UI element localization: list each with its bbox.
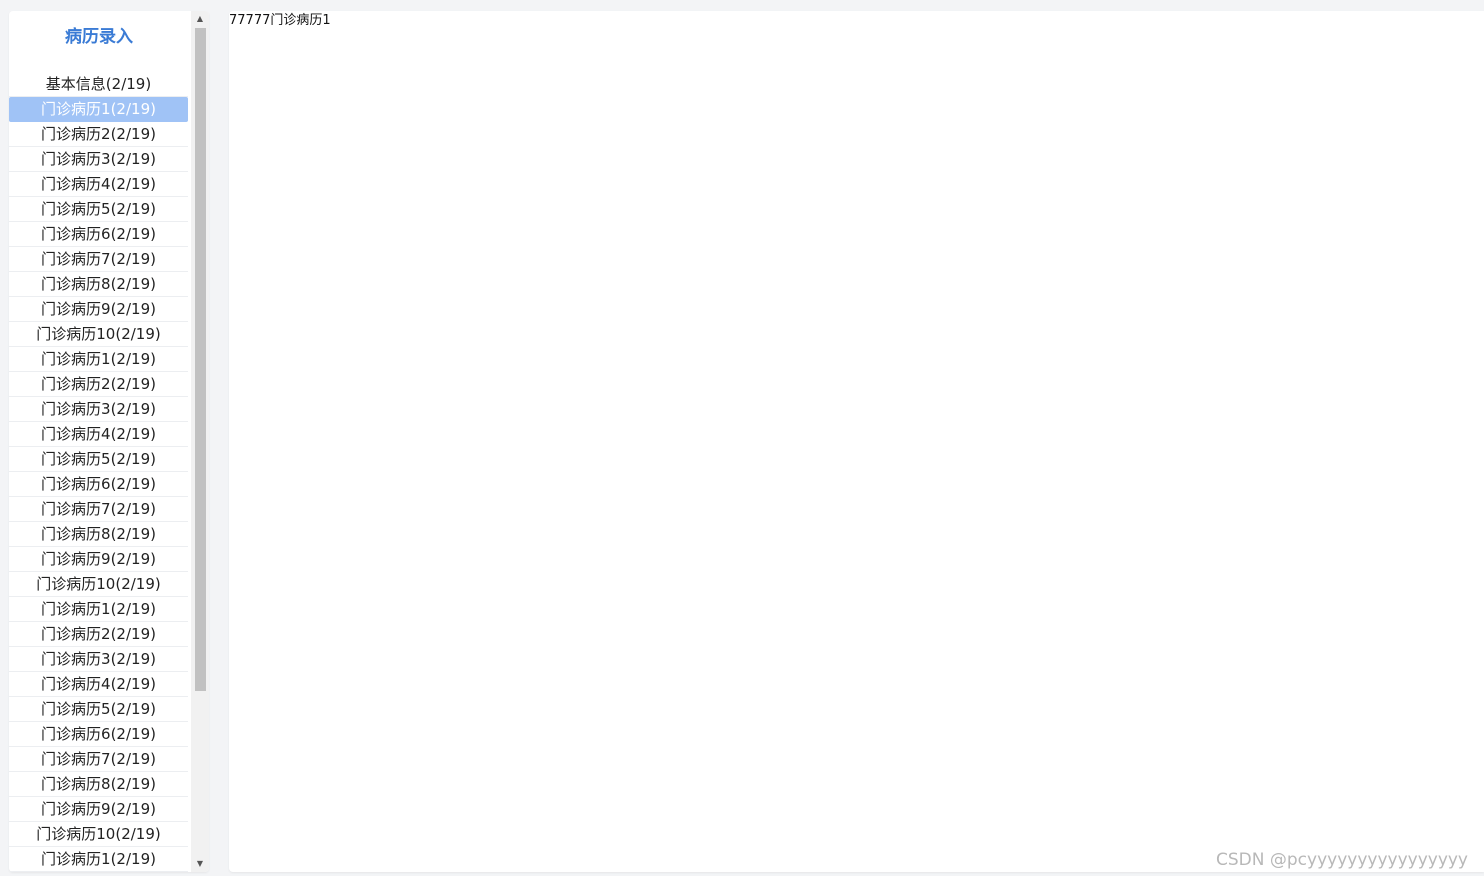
sidebar-item-outpatient-record[interactable]: 门诊病历3(2/19) bbox=[9, 397, 188, 422]
sidebar-item-outpatient-record[interactable]: 门诊病历8(2/19) bbox=[9, 522, 188, 547]
record-content-text: 77777门诊病历1 bbox=[229, 13, 331, 28]
sidebar-item-outpatient-record[interactable]: 门诊病历9(2/19) bbox=[9, 797, 188, 822]
sidebar-item-outpatient-record[interactable]: 门诊病历10(2/19) bbox=[9, 572, 188, 597]
sidebar-item-outpatient-record[interactable]: 门诊病历4(2/19) bbox=[9, 422, 188, 447]
sidebar-item-outpatient-record[interactable]: 门诊病历2(2/19) bbox=[9, 622, 188, 647]
sidebar-item-outpatient-record[interactable]: 门诊病历1(2/19) bbox=[9, 97, 188, 122]
sidebar-item-outpatient-record[interactable]: 门诊病历6(2/19) bbox=[9, 472, 188, 497]
sidebar-item-outpatient-record[interactable]: 门诊病历8(2/19) bbox=[9, 272, 188, 297]
sidebar-item-outpatient-record[interactable]: 门诊病历10(2/19) bbox=[9, 322, 188, 347]
sidebar-item-outpatient-record[interactable]: 门诊病历4(2/19) bbox=[9, 672, 188, 697]
sidebar-item-basic-info[interactable]: 基本信息(2/19) bbox=[9, 72, 188, 97]
sidebar-item-outpatient-record[interactable]: 门诊病历8(2/19) bbox=[9, 772, 188, 797]
scroll-down-arrow-icon[interactable]: ▼ bbox=[191, 856, 209, 872]
sidebar-item-outpatient-record[interactable]: 门诊病历7(2/19) bbox=[9, 747, 188, 772]
sidebar-item-outpatient-record[interactable]: 门诊病历5(2/19) bbox=[9, 197, 188, 222]
record-content-panel: 77777门诊病历1 bbox=[229, 11, 1484, 872]
sidebar-item-outpatient-record[interactable]: 门诊病历1(2/19) bbox=[9, 597, 188, 622]
sidebar-item-outpatient-record[interactable]: 门诊病历9(2/19) bbox=[9, 297, 188, 322]
sidebar-scrollbar[interactable]: ▲ ▼ bbox=[191, 11, 209, 872]
sidebar: 病历录入 基本信息(2/19) 门诊病历1(2/19) 门诊病历2(2/19) 门诊病… bbox=[9, 11, 209, 872]
sidebar-item-outpatient-record[interactable]: 门诊病历3(2/19) bbox=[9, 647, 188, 672]
sidebar-item-outpatient-record[interactable]: 门诊病历9(2/19) bbox=[9, 547, 188, 572]
sidebar-item-outpatient-record[interactable]: 门诊病历7(2/19) bbox=[9, 247, 188, 272]
watermark: CSDN @pcyyyyyyyyyyyyyyyy bbox=[1216, 850, 1468, 870]
scroll-up-arrow-icon[interactable]: ▲ bbox=[191, 11, 209, 27]
sidebar-title: 病历录入 bbox=[65, 27, 133, 47]
sidebar-item-outpatient-record[interactable]: 门诊病历4(2/19) bbox=[9, 172, 188, 197]
record-menu-list: 基本信息(2/19) 门诊病历1(2/19) 门诊病历2(2/19) 门诊病历3(2/… bbox=[9, 72, 188, 872]
sidebar-item-outpatient-record[interactable]: 门诊病历6(2/19) bbox=[9, 722, 188, 747]
sidebar-item-outpatient-record[interactable]: 门诊病历7(2/19) bbox=[9, 497, 188, 522]
sidebar-item-outpatient-record[interactable]: 门诊病历1(2/19) bbox=[9, 347, 188, 372]
sidebar-item-outpatient-record[interactable]: 门诊病历6(2/19) bbox=[9, 222, 188, 247]
scroll-thumb[interactable] bbox=[195, 28, 206, 691]
sidebar-item-outpatient-record[interactable]: 门诊病历2(2/19) bbox=[9, 372, 188, 397]
sidebar-item-outpatient-record[interactable]: 门诊病历5(2/19) bbox=[9, 447, 188, 472]
sidebar-item-outpatient-record[interactable]: 门诊病历2(2/19) bbox=[9, 122, 188, 147]
sidebar-item-outpatient-record[interactable]: 门诊病历5(2/19) bbox=[9, 697, 188, 722]
sidebar-item-outpatient-record[interactable]: 门诊病历10(2/19) bbox=[9, 822, 188, 847]
sidebar-item-outpatient-record[interactable]: 门诊病历3(2/19) bbox=[9, 147, 188, 172]
sidebar-item-outpatient-record[interactable]: 门诊病历1(2/19) bbox=[9, 847, 188, 872]
